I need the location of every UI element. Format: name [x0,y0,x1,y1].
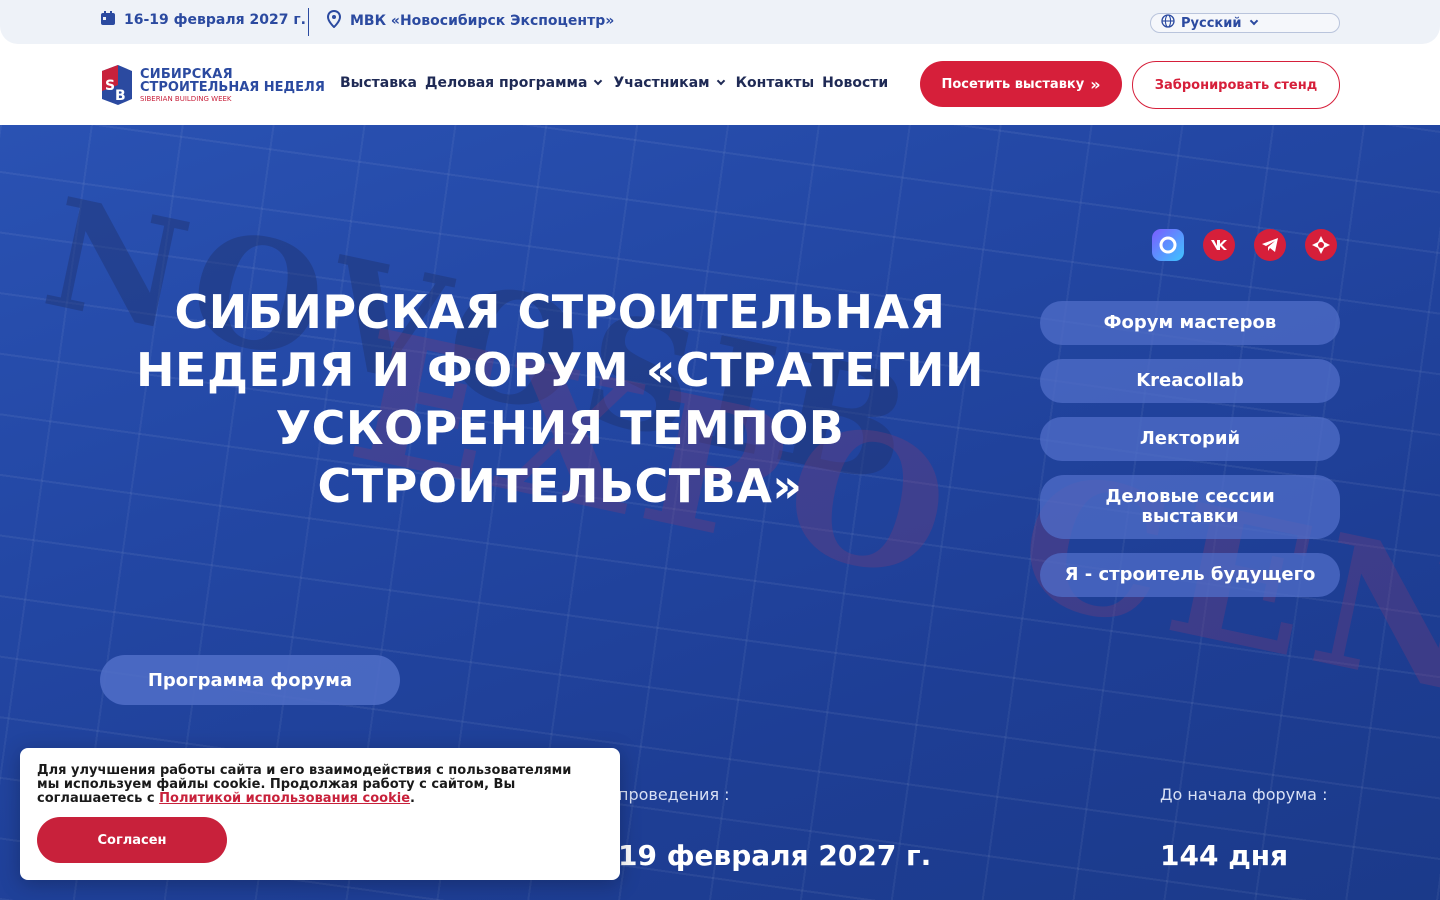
nav-item-business-program[interactable]: Деловая программа [425,75,605,91]
link-kreacollab[interactable]: Kreacollab [1040,359,1340,403]
countdown-value: 144 дня [1160,839,1289,872]
nav-item-label: Контакты [735,75,815,91]
calendar-icon [100,10,116,30]
link-masters-forum[interactable]: Форум мастеров [1040,301,1340,345]
vk-icon[interactable] [1203,229,1235,261]
nav-item-exhibition[interactable]: Выставка [340,75,417,91]
cookie-accept-button[interactable]: Согласен [37,817,227,863]
language-selector[interactable]: Русский [1150,13,1340,33]
nav-item-label: Деловая программа [425,75,588,91]
svg-text:S: S [105,78,115,94]
social-links [1152,229,1337,261]
top-info-bar: 16-19 февраля 2027 г. МВК «Новосибирск Э… [0,0,1440,44]
logo-line-3: SIBERIAN BUILDING WEEK [140,94,232,103]
book-stand-button[interactable]: Забронировать стенд [1132,61,1340,109]
logo-mark-icon: S B [100,63,134,107]
logo-text: СИБИРСКАЯ СТРОИТЕЛЬНАЯ НЕДЕЛЯ SIBERIAN B… [140,68,325,103]
visit-exhibition-button[interactable]: Посетить выставку » [920,61,1122,107]
cookie-text: Для улучшения работы сайта и его взаимод… [37,764,597,806]
nav-item-participants[interactable]: Участникам [613,75,727,91]
map-pin-icon [326,9,342,32]
cookie-policy-link[interactable]: Политикой использования cookie [159,791,410,806]
topbar-divider [308,8,309,36]
logo-line-2: СТРОИТЕЛЬНАЯ НЕДЕЛЯ [140,79,325,95]
nav-item-label: Участникам [613,75,710,91]
link-lectures[interactable]: Лекторий [1040,417,1340,461]
main-navigation: S B СИБИРСКАЯ СТРОИТЕЛЬНАЯ НЕДЕЛЯ SIBERI… [0,44,1440,125]
telegram-icon[interactable] [1254,229,1286,261]
nav-item-contacts[interactable]: Контакты [736,75,815,91]
event-venue[interactable]: МВК «Новосибирск Экспоцентр» [326,9,615,32]
site-logo[interactable]: S B СИБИРСКАЯ СТРОИТЕЛЬНАЯ НЕДЕЛЯ SIBERI… [100,63,325,107]
chevron-down-icon [594,76,603,86]
event-date: 16-19 февраля 2027 г. [100,10,306,30]
cookie-banner: Для улучшения работы сайта и его взаимод… [20,748,620,880]
nav-menu: Выставка Деловая программа Участникам Ко… [340,75,888,91]
dates-label: проведения : [618,785,730,804]
chevron-down-icon [1250,16,1259,26]
rutube-icon[interactable] [1305,229,1337,261]
max-icon[interactable] [1152,229,1184,261]
forum-program-button[interactable]: Программа форума [100,655,400,705]
logo-line-1: СИБИРСКАЯ [140,66,233,82]
visit-exhibition-label: Посетить выставку [941,76,1085,92]
dates-value: 19 февраля 2027 г. [618,839,932,872]
chevron-down-icon [716,76,725,86]
svg-text:B: B [115,88,126,104]
language-label: Русский [1181,15,1242,31]
side-program-links: Форум мастеров Kreacollab Лекторий Делов… [1040,301,1340,597]
event-date-text: 16-19 февраля 2027 г. [124,12,306,28]
link-business-sessions[interactable]: Деловые сессии выставки [1040,475,1340,539]
nav-item-label: Новости [822,75,889,91]
link-future-builder[interactable]: Я - строитель будущего [1040,553,1340,597]
cookie-text-end: . [410,791,415,806]
hero-title: СИБИРСКАЯ СТРОИТЕЛЬНАЯ НЕДЕЛЯ И ФОРУМ «С… [136,285,984,513]
event-venue-text: МВК «Новосибирск Экспоцентр» [350,13,615,29]
double-chevron-right-icon: » [1090,74,1101,94]
nav-item-news[interactable]: Новости [822,75,888,91]
countdown-label: До начала форума : [1160,785,1328,804]
globe-icon [1161,14,1175,32]
nav-item-label: Выставка [340,75,417,91]
